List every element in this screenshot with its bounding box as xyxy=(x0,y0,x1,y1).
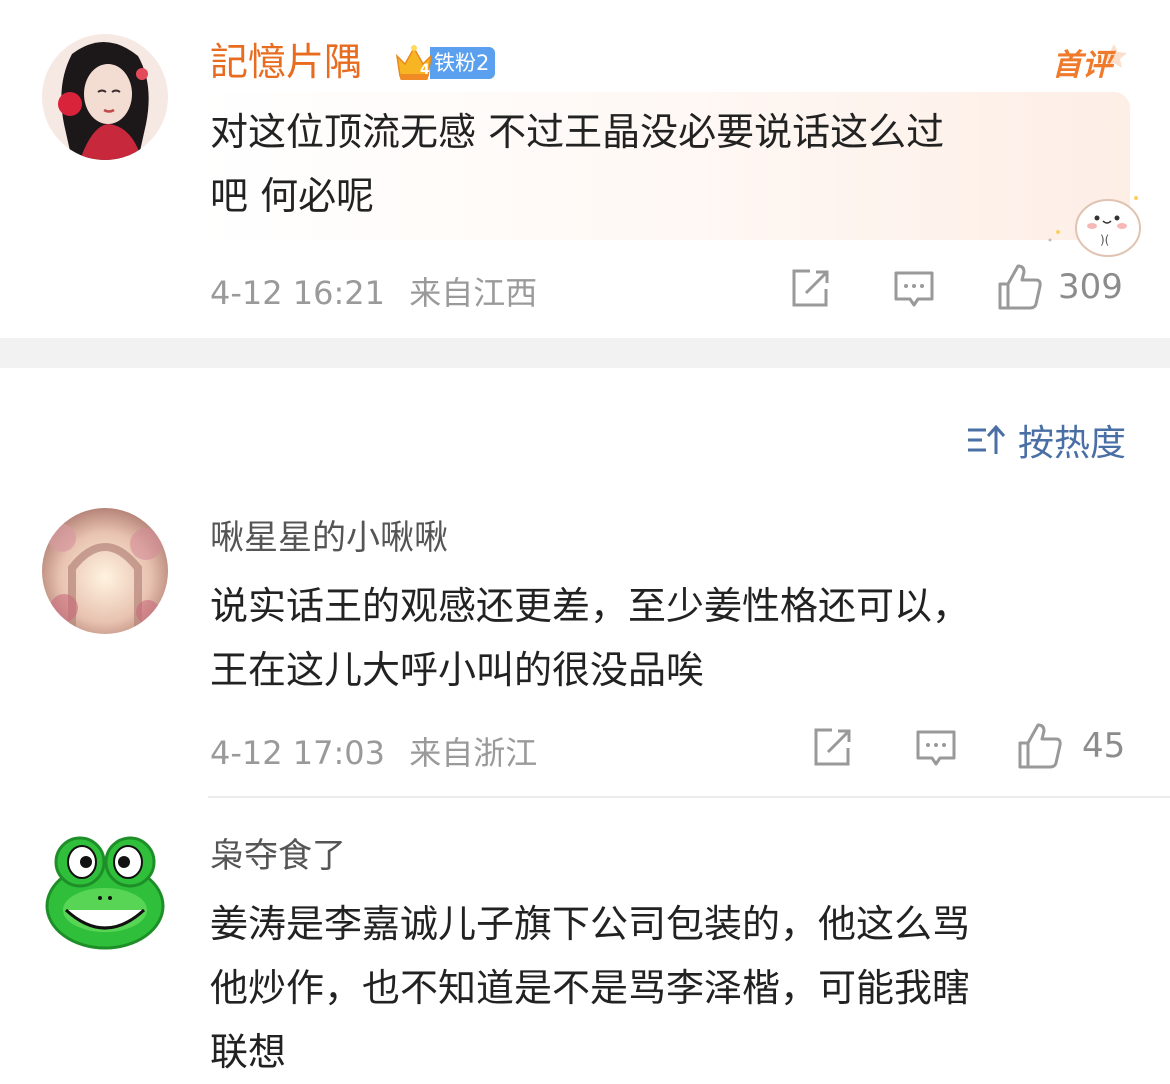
timestamp: 4-12 16:21 xyxy=(210,274,386,312)
username[interactable]: 啾星星的小啾啾 xyxy=(210,516,448,560)
avatar[interactable] xyxy=(42,508,168,634)
timestamp: 4-12 17:03 xyxy=(210,734,386,772)
comment-icon[interactable] xyxy=(914,726,958,770)
sort-icon xyxy=(966,422,1006,458)
avatar[interactable] xyxy=(42,828,168,954)
sort-toggle[interactable]: 按热度 xyxy=(966,414,1126,466)
comment-icon[interactable] xyxy=(892,267,936,311)
comment-text: 姜涛是李嘉诚儿子旗下公司包装的，他这么骂 他炒作，也不知道是不是骂李泽楷，可能我… xyxy=(210,892,1140,1084)
location: 来自江西 xyxy=(409,274,538,312)
like-button[interactable]: 45 xyxy=(1016,721,1125,771)
first-comment-text: 首评 xyxy=(1052,48,1112,83)
sticker-mascot: )( xyxy=(1040,188,1150,260)
fan-badge[interactable]: 4 铁粉2 xyxy=(394,44,496,82)
badge-label: 铁粉2 xyxy=(430,47,496,79)
location: 来自浙江 xyxy=(409,734,538,772)
like-count: 309 xyxy=(1058,267,1123,307)
avatar[interactable] xyxy=(42,34,168,160)
comment-line: 联想 xyxy=(210,1030,287,1074)
like-icon xyxy=(996,262,1044,312)
first-comment-label: 首评 xyxy=(1052,40,1136,83)
svg-text:)(: )( xyxy=(1100,233,1109,247)
comment-line: 吧 何必呢 xyxy=(210,174,375,218)
username[interactable]: 記憶片隅 xyxy=(210,40,362,84)
like-count: 45 xyxy=(1082,726,1126,766)
comment-divider xyxy=(208,796,1170,798)
comment-line: 姜涛是李嘉诚儿子旗下公司包装的，他这么骂 xyxy=(210,902,971,946)
comment-line: 对这位顶流无感 不过王晶没必要说话这么过 xyxy=(210,110,945,154)
crown-icon: 4 xyxy=(394,44,434,82)
badge-level: 4 xyxy=(420,62,430,78)
share-icon[interactable] xyxy=(810,726,854,770)
like-button[interactable]: 309 xyxy=(996,262,1123,312)
username[interactable]: 枭夺食了 xyxy=(210,834,346,878)
section-divider xyxy=(0,338,1170,368)
comment-line: 他炒作，也不知道是不是骂李泽楷，可能我瞎 xyxy=(210,966,971,1010)
comment-meta: 4-12 17:03 来自浙江 xyxy=(210,728,537,774)
comment-text: 说实话王的观感还更差，至少姜性格还可以， 王在这儿大呼小叫的很没品唉 xyxy=(210,574,1130,702)
like-icon xyxy=(1016,721,1064,771)
comment-meta: 4-12 16:21 来自江西 xyxy=(210,268,537,314)
comment-text: 对这位顶流无感 不过王晶没必要说话这么过 吧 何必呢 xyxy=(210,100,1120,228)
comment-line: 王在这儿大呼小叫的很没品唉 xyxy=(210,648,705,692)
share-icon[interactable] xyxy=(788,267,832,311)
sort-label: 按热度 xyxy=(1018,423,1127,464)
comment-line: 说实话王的观感还更差，至少姜性格还可以， xyxy=(210,584,971,628)
